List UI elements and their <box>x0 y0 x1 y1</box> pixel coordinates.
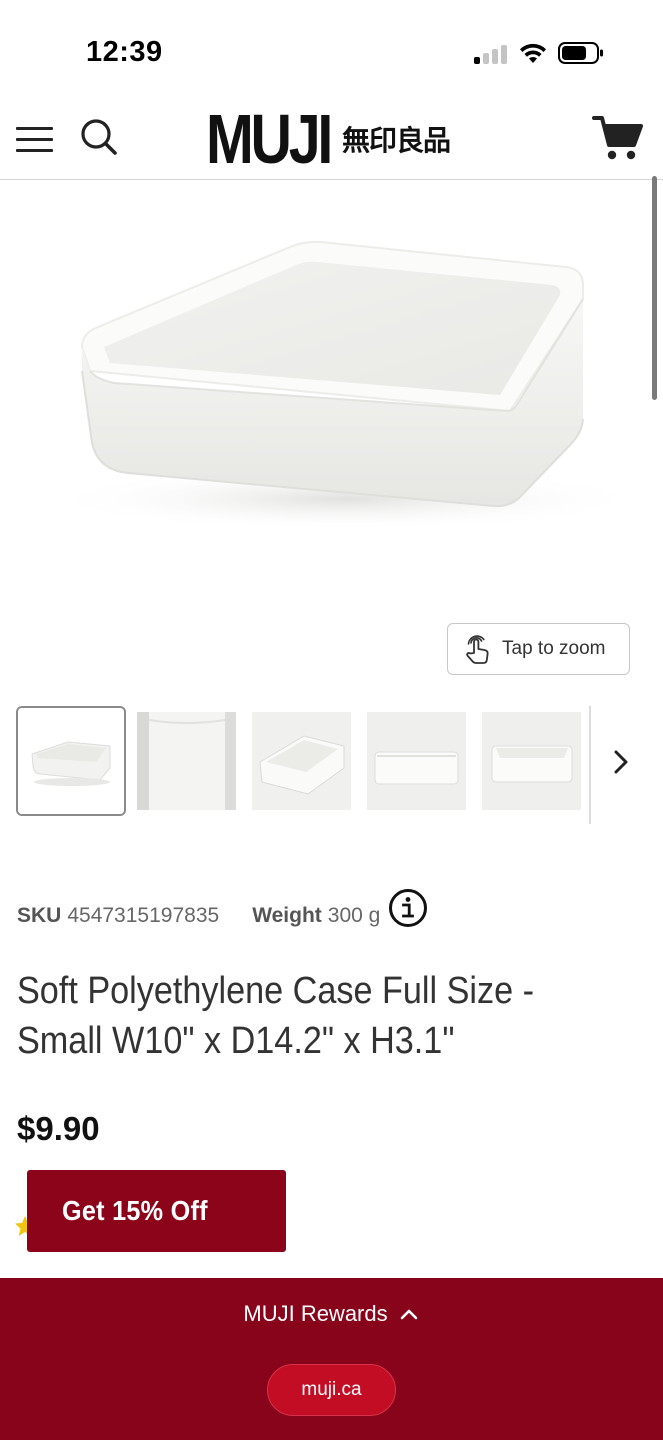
thumbnail-4[interactable] <box>367 712 466 810</box>
thumbnail-5[interactable] <box>482 712 581 810</box>
chevron-right-icon[interactable] <box>604 742 638 782</box>
thumbnail-1-image <box>18 708 124 814</box>
thumbnail-carousel <box>16 706 646 824</box>
logo-kanji: 無印良品 <box>342 124 451 157</box>
logo-wordmark: MUJI <box>206 100 333 178</box>
search-icon[interactable] <box>78 116 120 158</box>
tap-to-zoom-button[interactable]: Tap to zoom <box>447 623 630 675</box>
thumbnail-5-image <box>482 712 581 810</box>
product-meta: SKU 4547315197835 Weight 300 g <box>17 889 428 936</box>
thumbnail-3[interactable] <box>252 712 351 810</box>
thumbnail-1[interactable] <box>16 706 126 816</box>
product-title-line-2: Small W10" x D14.2" x H3.1" <box>17 1020 455 1062</box>
muji-rewards-label: MUJI Rewards <box>243 1301 388 1326</box>
site-header: MUJI 無印良品 <box>0 96 663 180</box>
muji-rewards-toggle[interactable]: MUJI Rewards <box>0 1294 663 1334</box>
weight-label: Weight <box>252 904 322 927</box>
rewards-bar: MUJI Rewards muji.ca <box>0 1278 663 1440</box>
hamburger-menu-icon[interactable] <box>14 120 56 156</box>
tap-to-zoom-label: Tap to zoom <box>502 638 606 659</box>
domain-link-button[interactable]: muji.ca <box>267 1364 396 1416</box>
domain-label: muji.ca <box>301 1379 362 1400</box>
thumbnail-4-image <box>367 712 466 810</box>
weight-value: 300 g <box>327 904 381 927</box>
sku-label: SKU <box>17 904 62 927</box>
wifi-icon <box>520 43 546 63</box>
tap-hand-icon <box>466 635 489 664</box>
cellular-signal-icon <box>474 44 508 64</box>
battery-icon <box>558 42 603 64</box>
carousel-divider <box>589 706 591 824</box>
thumbnail-2[interactable] <box>137 712 236 810</box>
get-discount-label: Get 15% Off <box>62 1195 208 1226</box>
status-time: 12:39 <box>86 36 163 68</box>
shopping-cart-icon[interactable] <box>592 114 644 162</box>
product-title-line-1: Soft Polyethylene Case Full Size - <box>17 970 535 1012</box>
sku-value: 4547315197835 <box>67 904 220 927</box>
product-price: $9.90 <box>17 1110 100 1147</box>
product-title: Soft Polyethylene Case Full Size - Small… <box>17 966 629 1066</box>
muji-logo[interactable]: MUJI 無印良品 <box>206 100 451 178</box>
info-icon[interactable] <box>388 888 428 928</box>
chevron-up-icon <box>400 1309 417 1320</box>
thumbnail-3-image <box>252 712 351 810</box>
page-scrollbar[interactable] <box>652 176 657 400</box>
status-bar: 12:39 <box>0 0 663 96</box>
get-discount-button[interactable]: Get 15% Off <box>27 1170 286 1252</box>
product-image[interactable] <box>0 181 650 621</box>
thumbnail-2-image <box>137 712 236 810</box>
